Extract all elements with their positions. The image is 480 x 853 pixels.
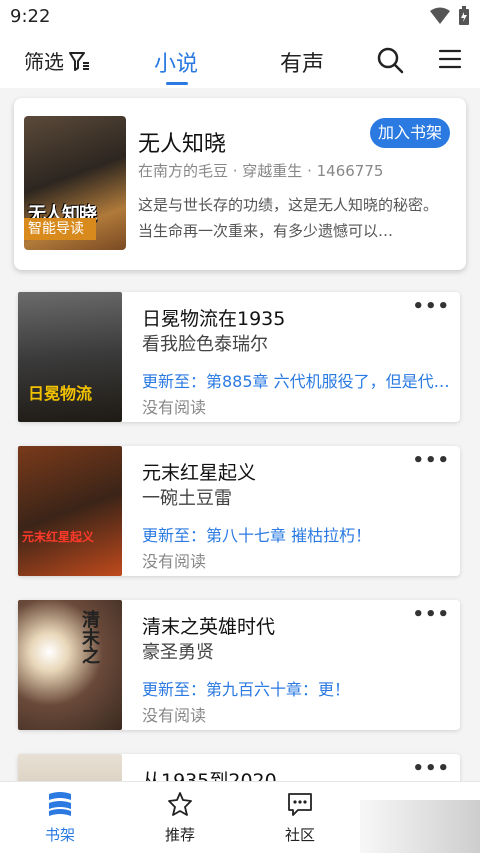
book-title: 清末之英雄时代: [142, 616, 276, 638]
featured-book-title: 无人知晓: [138, 132, 227, 157]
search-icon: [377, 47, 404, 74]
filter-label: 筛选: [24, 50, 64, 74]
status-time: 9:22: [10, 6, 51, 27]
tab-audio[interactable]: 有声: [280, 46, 324, 78]
book-update: 更新至：第八十七章 摧枯拉朽！: [142, 526, 372, 545]
wifi-icon: [430, 7, 450, 24]
featured-cover-tag: 智能导读: [24, 218, 96, 240]
book-title: 日冕物流在1935: [142, 308, 286, 330]
add-to-shelf-button[interactable]: 加入书架: [370, 118, 451, 148]
book-update: 更新至：第885章 六代机服役了，但是代…: [142, 372, 450, 391]
book-author: 豪圣勇贤: [142, 642, 214, 663]
book-cover-text: 日冕物流: [28, 384, 93, 403]
book-status: 没有阅读: [142, 398, 207, 417]
book-cover: 清末之: [18, 600, 122, 730]
nav-bookshelf[interactable]: 书架: [20, 790, 100, 845]
more-options-icon[interactable]: •••: [412, 604, 450, 625]
watermark-overlay: [360, 800, 480, 853]
nav-community-label: 社区: [284, 826, 315, 844]
tab-novel[interactable]: 小说: [154, 46, 198, 78]
book-status: 没有阅读: [142, 552, 207, 571]
menu-icon: [438, 49, 462, 69]
nav-community[interactable]: 社区: [260, 790, 340, 845]
chat-bubble-icon: [288, 793, 312, 816]
bookshelf-icon: [49, 792, 71, 816]
featured-book-meta: 在南方的毛豆 · 穿越重生 · 1466775: [138, 162, 384, 180]
star-icon: [168, 792, 192, 816]
search-button[interactable]: [376, 46, 404, 78]
book-cover: 日冕物流: [18, 292, 122, 422]
menu-button[interactable]: [438, 48, 462, 74]
more-options-icon[interactable]: •••: [412, 450, 450, 471]
book-card[interactable]: 日冕物流 日冕物流在1935 看我脸色泰瑞尔 更新至：第885章 六代机服役了，…: [18, 292, 460, 422]
nav-recommend[interactable]: 推荐: [140, 790, 220, 845]
top-nav: 筛选 小说 有声: [0, 34, 480, 88]
filter-button[interactable]: 筛选: [24, 46, 90, 75]
filter-icon: [69, 51, 89, 71]
more-options-icon[interactable]: •••: [412, 296, 450, 317]
book-update: 更新至：第九百六十章：更！: [142, 680, 351, 699]
book-cover-text: 清末之: [79, 610, 100, 664]
book-card[interactable]: 元末红星起义 元末红星起义 一碗土豆雷 更新至：第八十七章 摧枯拉朽！ 没有阅读…: [18, 446, 460, 576]
active-tab-indicator: [166, 82, 188, 85]
status-bar: 9:22: [0, 0, 480, 34]
book-cover-text: 元末红星起义: [22, 530, 95, 544]
book-status: 没有阅读: [142, 706, 207, 725]
book-author: 看我脸色泰瑞尔: [142, 334, 268, 355]
more-options-icon[interactable]: •••: [412, 758, 450, 779]
book-card[interactable]: 清末之 清末之英雄时代 豪圣勇贤 更新至：第九百六十章：更！ 没有阅读 •••: [18, 600, 460, 730]
nav-recommend-label: 推荐: [164, 826, 195, 844]
featured-book-description: 这是与世长存的功绩，这是无人知晓的秘密。当生命再一次重来，有多少遗憾可以…: [138, 196, 439, 240]
status-icons: [430, 6, 470, 26]
featured-book-card[interactable]: 无人知晓 智能导读 无人知晓 在南方的毛豆 · 穿越重生 · 1466775 这…: [14, 98, 466, 270]
book-title: 元末红星起义: [142, 462, 257, 484]
book-cover: 元末红星起义: [18, 446, 122, 576]
battery-icon: [459, 6, 469, 25]
featured-book-cover: 无人知晓 智能导读: [24, 116, 126, 250]
book-author: 一碗土豆雷: [142, 488, 232, 509]
nav-bookshelf-label: 书架: [44, 826, 75, 844]
